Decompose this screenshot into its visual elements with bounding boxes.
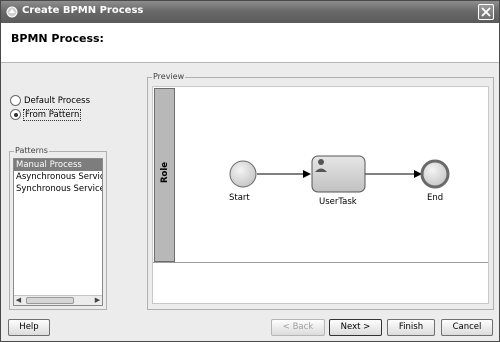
pattern-item-asynchronous-service[interactable]: Asynchronous Service [14,171,102,183]
start-event [229,160,257,188]
back-button[interactable]: < Back [271,319,325,336]
help-button[interactable]: Help [8,319,50,336]
patterns-legend: Patterns [14,146,49,155]
scroll-right-icon[interactable]: ▶ [93,296,102,305]
radio-button-unchecked[interactable] [10,95,21,106]
horizontal-scrollbar[interactable]: ◀ ▶ [14,295,102,305]
cancel-button[interactable]: Cancel [441,319,493,336]
pattern-item-synchronous-service[interactable]: Synchronous Service [14,183,102,195]
next-button[interactable]: Next > [329,319,382,336]
radio-button-checked[interactable] [10,109,21,120]
default-process-radio[interactable]: Default Process [10,95,90,106]
preview-canvas: Role Start UserTask End [152,86,489,304]
create-bpmn-process-dialog: Create BPMN Process BPMN Process: Defaul… [0,0,500,342]
from-pattern-label: From Pattern [22,108,82,121]
default-process-label: Default Process [24,95,91,106]
preview-legend: Preview [152,72,186,81]
end-event [420,159,450,189]
page-title: BPMN Process: [11,32,104,45]
close-button[interactable] [478,4,494,20]
scrollbar-thumb[interactable] [26,297,74,304]
scroll-left-icon[interactable]: ◀ [14,296,23,305]
finish-button[interactable]: Finish [387,319,435,336]
from-pattern-radio[interactable]: From Pattern [10,108,82,121]
header-panel: BPMN Process: [1,23,499,63]
start-label: Start [229,193,250,203]
patterns-list[interactable]: Manual Process Asynchronous Service Sync… [13,158,103,306]
close-icon [481,7,491,17]
pattern-item-manual-process[interactable]: Manual Process [14,159,102,171]
user-task-label: UserTask [319,197,357,207]
window-title: Create BPMN Process [22,5,144,16]
app-icon [6,6,18,18]
end-label: End [427,193,444,203]
title-bar[interactable]: Create BPMN Process [1,1,499,23]
